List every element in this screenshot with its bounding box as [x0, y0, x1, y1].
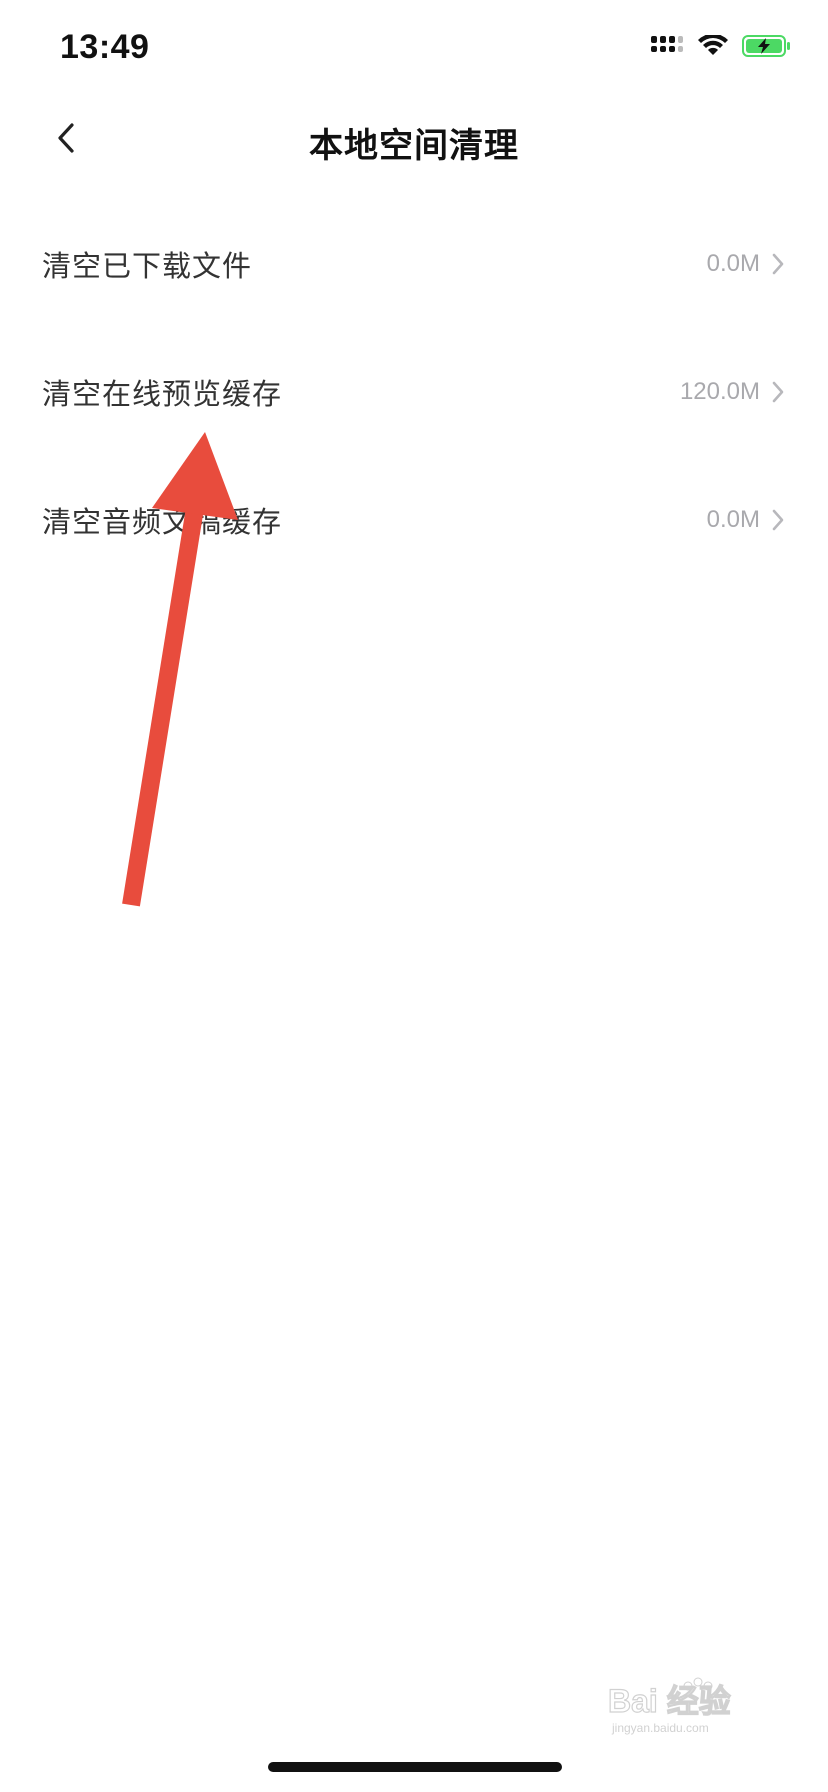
status-icons	[650, 33, 792, 62]
item-label: 清空在线预览缓存	[42, 377, 283, 411]
clear-audio-transcript-cache-item[interactable]: 清空音频文稿缓存 0.0M	[0, 456, 828, 584]
watermark-text: Bai 经验	[608, 1683, 731, 1719]
item-right: 0.0M	[707, 506, 788, 534]
item-label: 清空音频文稿缓存	[42, 505, 283, 539]
battery-charging-icon	[742, 34, 792, 62]
settings-list: 清空已下载文件 0.0M 清空在线预览缓存 120.0M 清空音频文稿缓存 0.…	[0, 200, 828, 584]
signal-icon	[650, 34, 684, 62]
item-label: 清空已下载文件	[42, 249, 253, 283]
chevron-right-icon	[768, 507, 788, 533]
status-time: 13:49	[60, 28, 150, 66]
chevron-right-icon	[768, 251, 788, 277]
chevron-right-icon	[768, 379, 788, 405]
clear-downloaded-files-item[interactable]: 清空已下载文件 0.0M	[0, 200, 828, 328]
item-value: 0.0M	[706, 506, 760, 533]
clear-preview-cache-item[interactable]: 清空在线预览缓存 120.0M	[0, 328, 828, 456]
item-right: 120.0M	[680, 378, 788, 406]
item-value: 0.0M	[706, 250, 760, 277]
wifi-icon	[698, 33, 728, 61]
watermark-url: jingyan.baidu.com	[611, 1721, 709, 1735]
item-right: 0.0M	[707, 250, 788, 278]
home-indicator[interactable]	[268, 1762, 562, 1772]
baidu-jingyan-watermark: Bai 经验 jingyan.baidu.com	[607, 1676, 788, 1736]
page-title: 本地空间清理	[309, 126, 519, 166]
item-value: 120.0M	[679, 378, 760, 405]
nav-bar: 本地空间清理	[0, 100, 828, 184]
status-bar: 13:49	[0, 0, 828, 100]
